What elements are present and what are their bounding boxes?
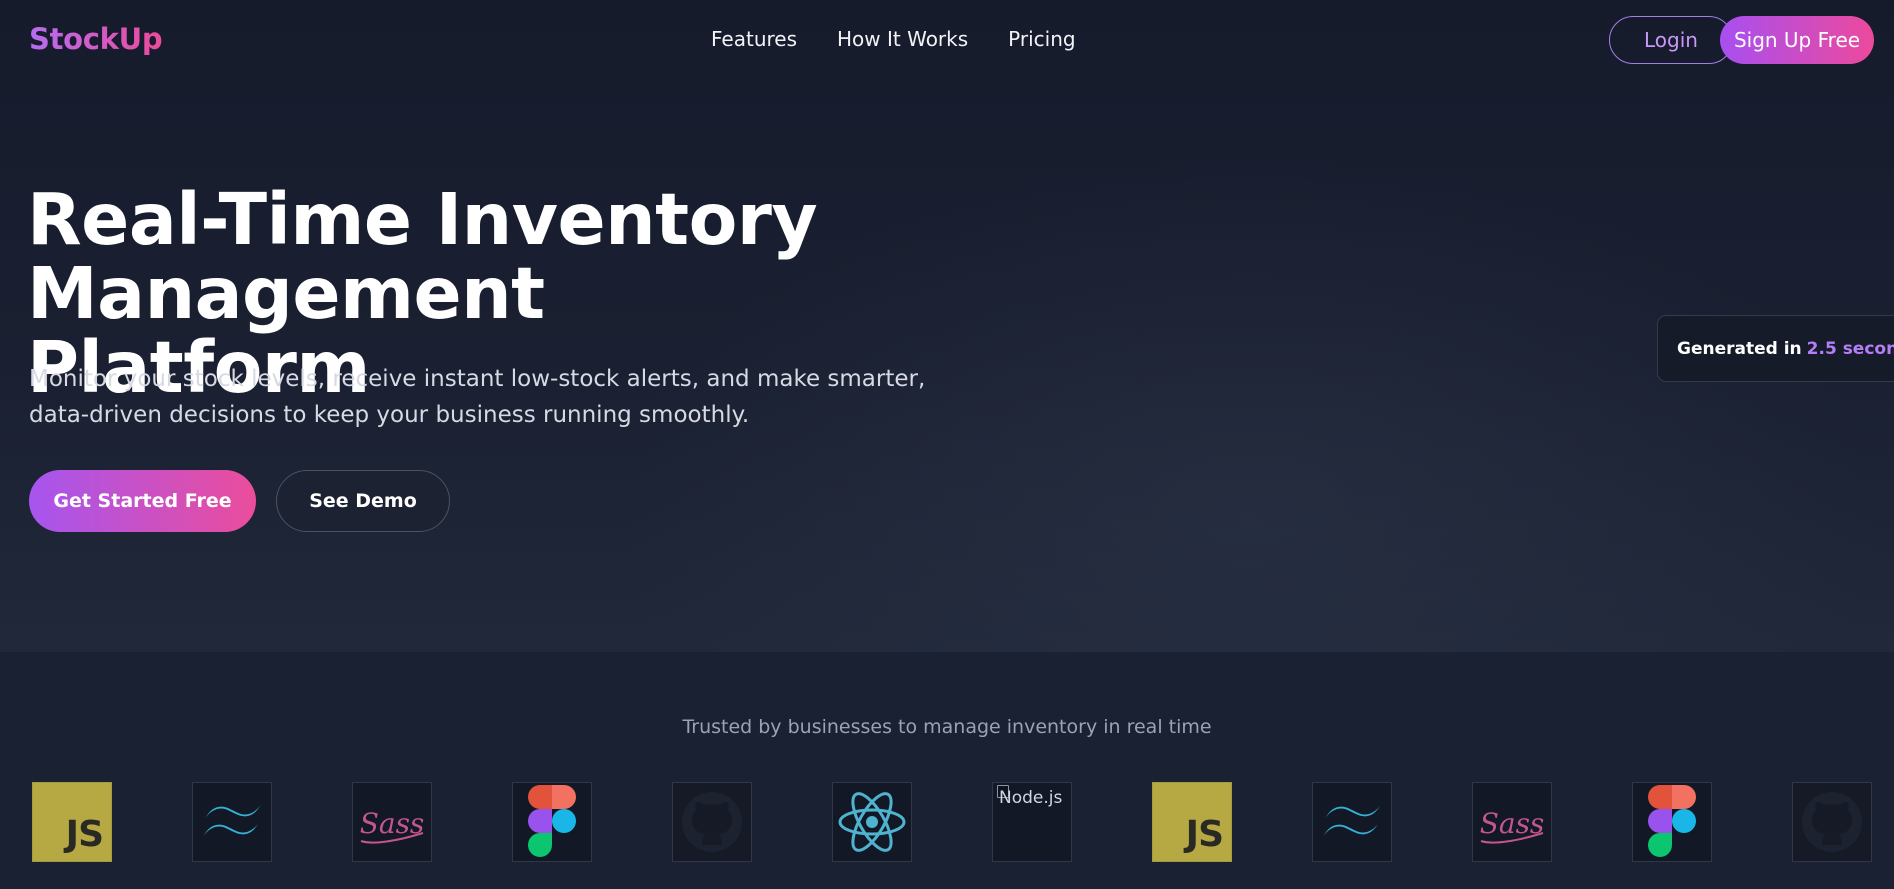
nav-link-pricing[interactable]: Pricing xyxy=(1008,27,1075,51)
nav-links: Features How It Works Pricing xyxy=(711,27,1076,51)
login-button[interactable]: Login xyxy=(1609,16,1733,64)
get-started-button[interactable]: Get Started Free xyxy=(29,470,256,532)
js-logo-icon: JS xyxy=(32,782,112,862)
see-demo-button[interactable]: See Demo xyxy=(276,470,450,532)
react-logo-icon xyxy=(832,782,912,862)
signup-button[interactable]: Sign Up Free xyxy=(1720,16,1874,64)
nav-link-features[interactable]: Features xyxy=(711,27,797,51)
broken-image-icon: Node.js xyxy=(992,782,1072,862)
hero-section: StockUp Features How It Works Pricing Lo… xyxy=(0,0,1894,652)
github-logo-icon xyxy=(672,782,752,862)
hero-subtitle: Monitor your stock levels, receive insta… xyxy=(29,366,926,428)
generated-label: Generated in xyxy=(1677,338,1802,359)
top-nav: StockUp Features How It Works Pricing Lo… xyxy=(0,0,1894,82)
js-logo-label: JS xyxy=(65,814,104,855)
trust-text: Trusted by businesses to manage inventor… xyxy=(682,716,1212,738)
js-logo-label: JS xyxy=(1185,814,1224,855)
sass-logo-icon: Sass xyxy=(352,782,432,862)
tailwind-logo-icon xyxy=(192,782,272,862)
landing-page: StockUp Features How It Works Pricing Lo… xyxy=(0,0,1894,889)
generated-time-badge: Generated in 2.5 seconds xyxy=(1657,315,1894,382)
nav-link-how-it-works[interactable]: How It Works xyxy=(837,27,968,51)
nodejs-alt-text: Node.js xyxy=(999,788,1063,808)
tailwind-logo-icon xyxy=(1312,782,1392,862)
js-logo-icon: JS xyxy=(1152,782,1232,862)
generated-value: 2.5 seconds xyxy=(1806,338,1894,359)
sass-logo-icon: Sass xyxy=(1472,782,1552,862)
figma-logo-icon xyxy=(512,782,592,862)
github-logo-icon xyxy=(1792,782,1872,862)
brand-logo[interactable]: StockUp xyxy=(29,22,163,56)
trust-section: Trusted by businesses to manage inventor… xyxy=(0,652,1894,889)
headline-line-1: Real-Time Inventory xyxy=(27,178,818,261)
figma-logo-icon xyxy=(1632,782,1712,862)
